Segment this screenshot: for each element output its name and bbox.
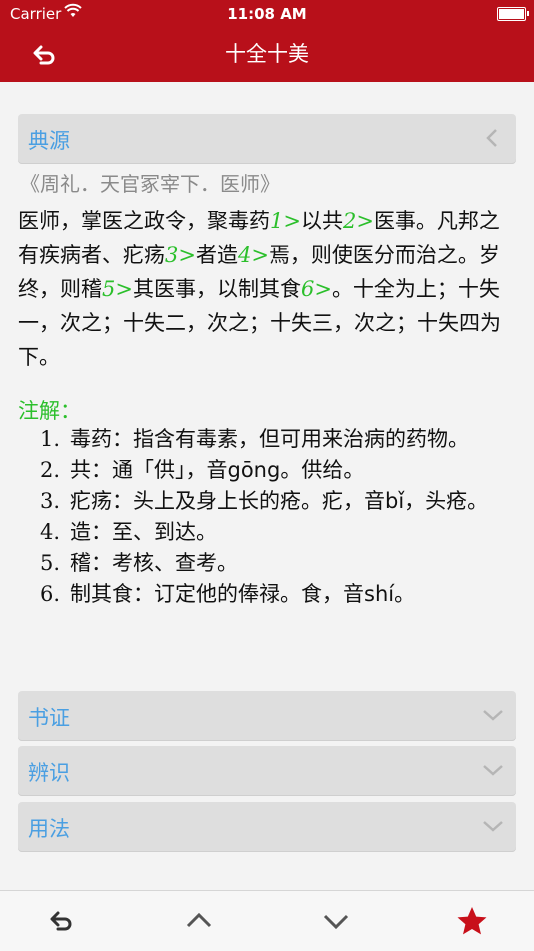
text-segment: 其医事，以制其食	[132, 277, 301, 301]
footnote-ref[interactable]: 2>	[343, 209, 374, 233]
text-segment: 以共	[300, 209, 343, 233]
back-arrow-icon[interactable]	[46, 905, 78, 937]
bottom-toolbar	[0, 890, 534, 951]
section-label: 书证	[28, 706, 70, 730]
section-label: 用法	[28, 817, 70, 841]
status-bar: Carrier 11:08 AM	[0, 0, 534, 30]
chevron-left-icon	[486, 129, 497, 147]
note-item: 3. 疕疡：头上及身上长的疮。疕，音bǐ，头疮。	[40, 489, 489, 513]
notes-heading: 注解：	[18, 399, 81, 423]
text-segment: 医师，掌医之政令，聚毒药	[18, 209, 270, 233]
chevron-down-icon	[483, 765, 503, 776]
navigation-bar: Carrier 11:08 AM 十全十美	[0, 0, 534, 82]
chevron-down-icon	[483, 710, 503, 721]
note-item: 5. 稽：考核、查考。	[40, 551, 238, 575]
footnote-ref[interactable]: 4>	[238, 243, 269, 267]
note-item: 2. 共：通「供」，音gōng。供给。	[40, 458, 365, 482]
notes-list: 1. 毒药：指含有毒素，但可用来治病的药物。 2. 共：通「供」，音gōng。供给。…	[40, 424, 510, 610]
section-header-usage[interactable]: 用法	[18, 802, 516, 852]
chevron-down-icon	[483, 821, 503, 832]
section-label: 辨识	[28, 761, 70, 785]
note-item: 1. 毒药：指含有毒素，但可用来治病的药物。	[40, 427, 469, 451]
note-item: 6. 制其食：订定他的俸禄。食，音shí。	[40, 582, 416, 606]
chevron-down-icon[interactable]	[320, 905, 352, 937]
footnote-ref[interactable]: 5>	[102, 277, 133, 301]
footnote-ref[interactable]: 3>	[165, 243, 196, 267]
section-header-source[interactable]: 典源	[18, 114, 516, 164]
section-label: 典源	[28, 129, 70, 153]
source-text: 医师，掌医之政令，聚毒药1>以共2>医事。凡邦之有疾病者、疕疡3>者造4>焉，则…	[18, 204, 518, 374]
footnote-ref[interactable]: 6>	[301, 277, 332, 301]
text-segment: 者造	[195, 243, 238, 267]
star-favorite-icon[interactable]	[456, 905, 488, 937]
section-header-distinguish[interactable]: 辨识	[18, 746, 516, 796]
footnote-ref[interactable]: 1>	[270, 209, 301, 233]
clock: 11:08 AM	[227, 5, 307, 23]
content-area: 典源 《周礼．天官冢宰下．医师》 医师，掌医之政令，聚毒药1>以共2>医事。凡邦…	[0, 82, 534, 890]
chevron-up-icon[interactable]	[183, 905, 215, 937]
section-header-book[interactable]: 书证	[18, 691, 516, 741]
source-reference: 《周礼．天官冢宰下．医师》	[20, 172, 280, 196]
page-title: 十全十美	[225, 42, 309, 66]
battery-icon	[497, 7, 529, 21]
note-item: 4. 造：至、到达。	[40, 520, 217, 544]
